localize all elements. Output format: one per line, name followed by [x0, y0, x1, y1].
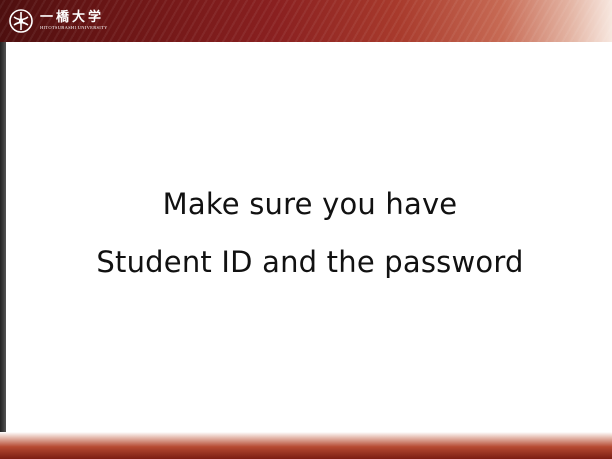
message-line-2: Student ID and the password	[96, 245, 524, 279]
message-line-1: Make sure you have	[162, 187, 458, 221]
logo-roman: HITOTSUBASHI UNIVERSITY	[40, 25, 108, 30]
logo-kanji: 一橋大学	[40, 10, 105, 25]
logo-text: 一橋大学 HITOTSUBASHI UNIVERSITY	[40, 11, 108, 31]
slide-message: Make sure you have Student ID and the pa…	[20, 175, 600, 291]
left-rule	[0, 42, 6, 432]
slide: 一橋大学 HITOTSUBASHI UNIVERSITY Make sure y…	[0, 0, 612, 459]
university-emblem-icon	[9, 9, 33, 33]
university-logo: 一橋大学 HITOTSUBASHI UNIVERSITY	[8, 6, 108, 36]
footer-bar	[0, 432, 612, 459]
